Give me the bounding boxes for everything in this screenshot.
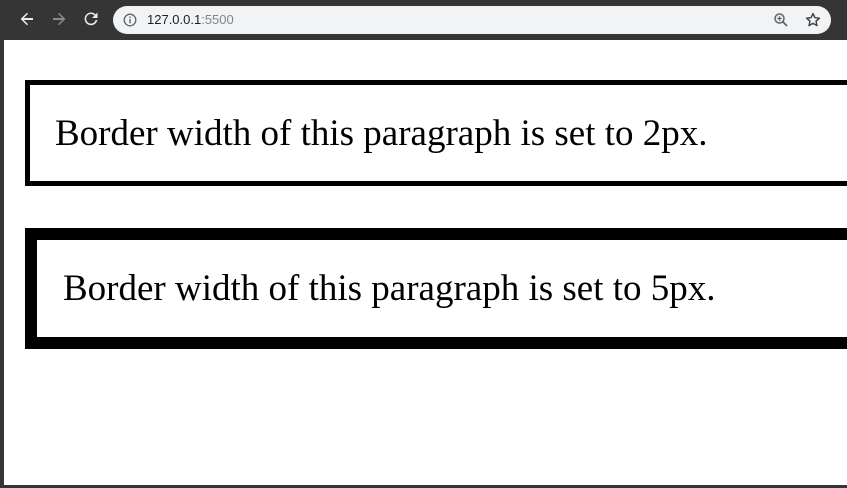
- url-port: :5500: [201, 12, 234, 27]
- info-icon[interactable]: [123, 13, 137, 27]
- back-arrow-icon: [20, 12, 33, 26]
- page-viewport: Border width of this paragraph is set to…: [4, 40, 847, 485]
- url-host: 127.0.0.1: [147, 12, 202, 27]
- browser-window: 127.0.0.1:5500 Border width of this para…: [0, 0, 847, 488]
- zoom-icon[interactable]: [773, 12, 789, 28]
- star-icon[interactable]: [805, 12, 821, 28]
- forward-arrow-icon: [53, 12, 66, 26]
- browser-toolbar: 127.0.0.1:5500: [0, 0, 847, 40]
- back-button[interactable]: [16, 8, 38, 30]
- paragraph-5px-border: Border width of this paragraph is set to…: [25, 228, 847, 349]
- forward-button[interactable]: [48, 8, 70, 30]
- paragraph-2px-border: Border width of this paragraph is set to…: [25, 80, 847, 186]
- reload-button[interactable]: [80, 8, 102, 30]
- url-text[interactable]: 127.0.0.1:5500: [147, 12, 234, 28]
- reload-icon: [84, 12, 98, 26]
- address-bar[interactable]: 127.0.0.1:5500: [113, 6, 831, 34]
